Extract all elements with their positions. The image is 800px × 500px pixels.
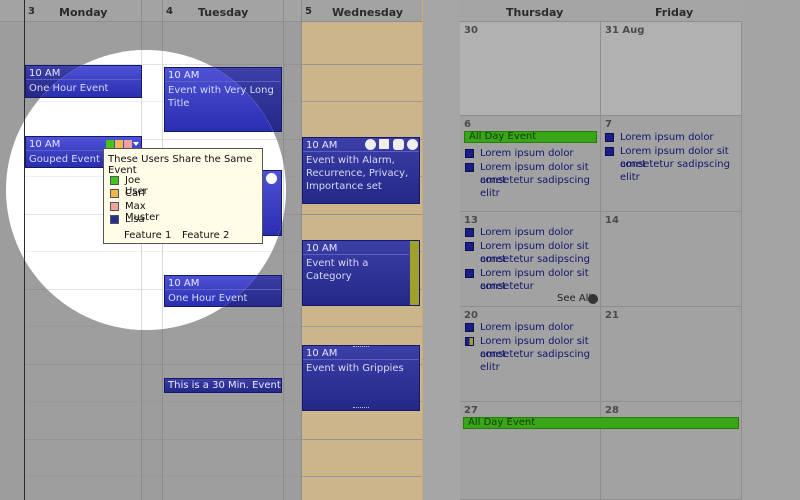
user-color-icon bbox=[110, 215, 119, 224]
event-with-grippies[interactable]: 10 AM Event with Grippies bbox=[302, 345, 420, 411]
category-bar bbox=[410, 241, 419, 305]
event-square-icon bbox=[465, 337, 474, 346]
day-name: Thursday bbox=[506, 6, 564, 19]
event-square-icon bbox=[465, 242, 474, 251]
event-title: Event with a Category bbox=[306, 258, 369, 282]
column-separator bbox=[283, 50, 284, 330]
see-all-label: See All bbox=[557, 293, 592, 304]
list-item[interactable]: Lorem ipsum dolor bbox=[465, 321, 600, 335]
event-title: Event with Alarm, Recurrence, Privacy, I… bbox=[306, 155, 409, 192]
month-cell-30[interactable]: 30 bbox=[460, 22, 601, 116]
month-right-edge bbox=[742, 0, 800, 500]
day-number: 5 bbox=[305, 6, 312, 17]
list-item[interactable]: Lorem ipsum dolor bbox=[605, 131, 740, 145]
event-tuesday-hidden[interactable] bbox=[260, 170, 282, 236]
event-one-hour-tuesday[interactable]: 10 AM One Hour Event bbox=[164, 275, 282, 307]
list-item[interactable]: Lorem ipsum dolor sit amet consetetur sa… bbox=[465, 240, 600, 268]
list-item[interactable]: Lorem ipsum dolor bbox=[465, 226, 600, 240]
friday-header: Friday bbox=[601, 0, 742, 22]
event-title: This is a 30 Min. Event bbox=[168, 380, 281, 391]
top-grippy[interactable] bbox=[353, 346, 369, 348]
popup-title: These Users Share the Same Event bbox=[108, 154, 253, 176]
arrow-right-icon bbox=[588, 294, 598, 304]
event-square-icon bbox=[465, 323, 474, 332]
user-color-icon bbox=[110, 189, 119, 198]
day-number: 4 bbox=[166, 6, 173, 17]
all-day-event[interactable]: All Day Event bbox=[464, 131, 597, 143]
chevron-down-icon[interactable] bbox=[133, 142, 139, 146]
day-number: 3 bbox=[28, 6, 35, 17]
month-cell-14[interactable]: 14 bbox=[601, 212, 742, 307]
event-one-hour-monday[interactable]: 10 AM One Hour Event bbox=[25, 65, 142, 98]
user-color-icon bbox=[115, 140, 123, 148]
thursday-header: Thursday bbox=[460, 0, 601, 22]
date-number: 27 bbox=[464, 405, 478, 416]
month-cell-31[interactable]: 31 Aug bbox=[601, 22, 742, 116]
privacy-icon bbox=[266, 173, 277, 184]
date-number: 13 bbox=[464, 215, 478, 226]
month-cell-21[interactable]: 21 bbox=[601, 307, 742, 402]
alarm-icon bbox=[365, 139, 376, 150]
event-square-icon bbox=[465, 228, 474, 237]
user-color-icon bbox=[110, 202, 119, 211]
list-item[interactable]: Lorem ipsum dolor sit amet consetetur sa… bbox=[465, 161, 600, 199]
wednesday-header: 5 Wednesday bbox=[302, 0, 422, 22]
user-color-icon bbox=[106, 140, 114, 148]
event-30-min[interactable]: This is a 30 Min. Event bbox=[164, 378, 282, 393]
gap-header bbox=[0, 0, 25, 22]
event-time: 10 AM bbox=[306, 140, 338, 151]
bottom-grippy[interactable] bbox=[353, 407, 369, 409]
date-number: 6 bbox=[464, 119, 471, 130]
list-item[interactable]: Lorem ipsum dolor sit amet consetetur sa… bbox=[605, 145, 740, 183]
shared-users-popup: These Users Share the Same Event Joe Use… bbox=[103, 148, 263, 244]
date-number: 21 bbox=[605, 310, 619, 321]
recurrence-icon bbox=[379, 139, 389, 149]
day-name: Wednesday bbox=[332, 6, 404, 19]
event-time: 10 AM bbox=[306, 348, 338, 359]
user-color-icon bbox=[124, 140, 132, 148]
date-number: 20 bbox=[464, 310, 478, 321]
feature-1-link[interactable]: Feature 1 bbox=[124, 230, 171, 241]
monday-header: 3 Monday bbox=[25, 0, 141, 22]
date-number: 7 bbox=[605, 119, 612, 130]
event-square-icon bbox=[465, 269, 474, 278]
gap-header bbox=[283, 0, 302, 22]
event-time: 10 AM bbox=[306, 243, 338, 254]
privacy-icon bbox=[393, 139, 404, 150]
user-color-icon bbox=[110, 176, 119, 185]
event-alarm-recurrence[interactable]: 10 AM Event with Alarm, Recurrence, Priv… bbox=[302, 137, 420, 204]
importance-icon bbox=[407, 139, 418, 150]
gap-header bbox=[141, 0, 163, 22]
date-number: 28 bbox=[605, 405, 619, 416]
month-gap bbox=[423, 0, 460, 500]
event-title: Event with Grippies bbox=[306, 363, 404, 374]
event-square-icon bbox=[605, 147, 614, 156]
day-name: Tuesday bbox=[198, 6, 249, 19]
all-day-event[interactable]: All Day Event bbox=[463, 417, 739, 429]
feature-2-link[interactable]: Feature 2 bbox=[182, 230, 229, 241]
event-with-category[interactable]: 10 AM Event with a Category bbox=[302, 240, 420, 306]
list-item[interactable]: Lorem ipsum dolor sit amet consetetur sa… bbox=[465, 335, 600, 373]
event-very-long-title[interactable]: 10 AM Event with Very Long Title bbox=[164, 67, 282, 132]
see-all-link[interactable]: See All bbox=[557, 293, 599, 306]
tuesday-header: 4 Tuesday bbox=[163, 0, 283, 22]
date-number: 14 bbox=[605, 215, 619, 226]
date-number: 31 Aug bbox=[605, 25, 645, 36]
day-name: Friday bbox=[655, 6, 694, 19]
event-square-icon bbox=[605, 133, 614, 142]
event-square-icon bbox=[465, 163, 474, 172]
day-name: Monday bbox=[59, 6, 108, 19]
event-square-icon bbox=[465, 149, 474, 158]
list-item[interactable]: Lorem ipsum dolor sit amet consetetur bbox=[465, 267, 600, 295]
list-item[interactable]: Lorem ipsum dolor bbox=[465, 147, 600, 161]
date-number: 30 bbox=[464, 25, 478, 36]
